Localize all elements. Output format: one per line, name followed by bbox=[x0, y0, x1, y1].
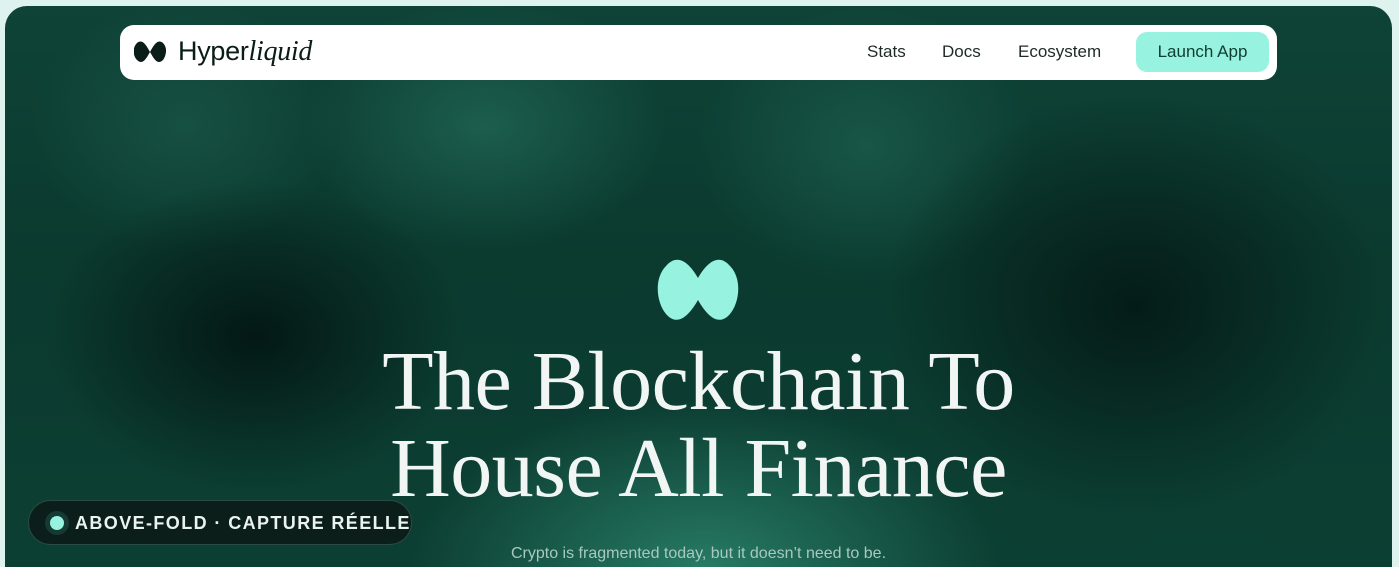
hyperliquid-blob-icon bbox=[657, 259, 739, 320]
brand-name-plain: Hyper bbox=[178, 36, 249, 66]
top-navbar: Hyperliquid Stats Docs Ecosystem Launch … bbox=[120, 25, 1277, 80]
page-frame: Hyperliquid Stats Docs Ecosystem Launch … bbox=[5, 6, 1392, 567]
launch-app-button[interactable]: Launch App bbox=[1136, 32, 1269, 72]
brand-name: Hyperliquid bbox=[178, 38, 312, 66]
status-dot-icon bbox=[50, 516, 64, 530]
capture-badge: ABOVE-FOLD · CAPTURE RÉELLE bbox=[28, 500, 412, 545]
capture-badge-label: ABOVE-FOLD · CAPTURE RÉELLE bbox=[75, 513, 411, 533]
brand-name-italic: liquid bbox=[248, 36, 313, 67]
nav-link-docs[interactable]: Docs bbox=[942, 43, 981, 60]
hero-subtitle: Crypto is fragmented today, but it doesn… bbox=[510, 545, 887, 562]
hero-title-line-1: The Blockchain To bbox=[382, 335, 1015, 428]
nav-link-stats[interactable]: Stats bbox=[867, 43, 906, 60]
hyperliquid-logo-icon bbox=[134, 41, 166, 62]
brand[interactable]: Hyperliquid bbox=[134, 38, 312, 66]
nav-link-ecosystem[interactable]: Ecosystem bbox=[1018, 43, 1101, 60]
